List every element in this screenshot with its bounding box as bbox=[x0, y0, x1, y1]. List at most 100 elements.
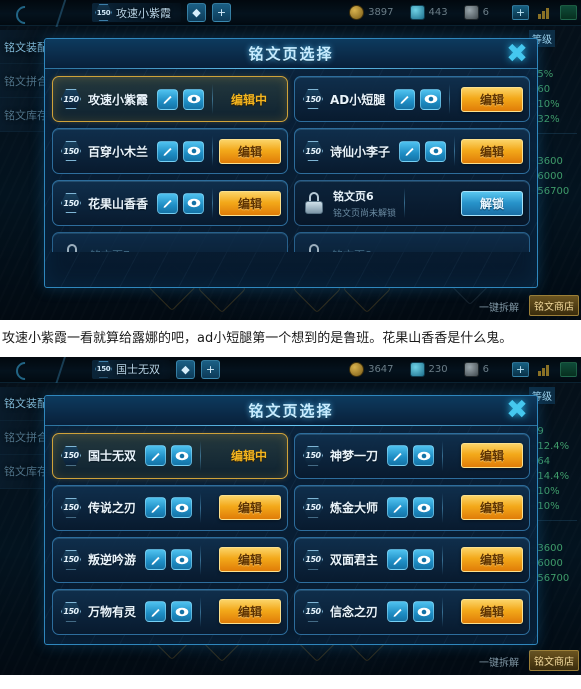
signal-bars-icon bbox=[536, 5, 553, 20]
sidebar-item-label: 铭文拼合 bbox=[4, 74, 48, 88]
card-divider bbox=[449, 84, 451, 114]
eye-icon[interactable] bbox=[425, 140, 447, 162]
rune-page-card[interactable]: 150 国士无双 编辑中 bbox=[52, 432, 288, 479]
pencil-icon[interactable] bbox=[157, 88, 179, 110]
card-action: 解锁 bbox=[461, 190, 523, 216]
card-divider bbox=[200, 440, 202, 471]
rune-page-card[interactable]: 150 AD小短腿 编辑 bbox=[294, 76, 530, 122]
back-arrow-icon[interactable] bbox=[6, 358, 52, 380]
rune-page-card[interactable]: 150 万物有灵 编辑 bbox=[52, 588, 288, 635]
edit-button[interactable]: 编辑 bbox=[219, 190, 281, 216]
edit-button[interactable]: 编辑 bbox=[461, 599, 523, 624]
pencil-icon[interactable] bbox=[387, 549, 409, 570]
pencil-icon[interactable] bbox=[145, 445, 167, 466]
pencil-icon[interactable] bbox=[157, 192, 179, 214]
dialog-header: 铭文页选择 ✖ bbox=[45, 39, 537, 69]
edit-button[interactable]: 编辑 bbox=[461, 547, 523, 572]
rune-page-card[interactable]: 150 诗仙小李子 编辑 bbox=[294, 128, 530, 174]
rune-page-card[interactable]: 铭文页8 bbox=[294, 232, 530, 252]
eye-icon[interactable] bbox=[183, 88, 205, 110]
add-icon[interactable]: + bbox=[512, 361, 529, 377]
sidebar-item-label: 铭文库存 bbox=[4, 465, 48, 478]
rune-page-card[interactable]: 150 炼金大师 编辑 bbox=[294, 484, 530, 531]
card-action: 编辑中 bbox=[217, 91, 281, 108]
rune-page-card[interactable]: 150 传说之刃 编辑 bbox=[52, 484, 288, 531]
level-badge: 150 bbox=[303, 549, 323, 570]
pencil-icon[interactable] bbox=[399, 140, 421, 162]
signal-bars-icon bbox=[536, 362, 553, 377]
card-divider bbox=[212, 84, 214, 114]
rune-shop-button[interactable]: 铭文商店 bbox=[529, 649, 579, 671]
rune-page-card-locked[interactable]: 铭文页6 铭文页尚未解锁 解锁 bbox=[294, 180, 530, 226]
eye-icon[interactable] bbox=[183, 192, 205, 214]
eye-icon[interactable] bbox=[171, 497, 193, 518]
pencil-icon[interactable] bbox=[387, 497, 409, 518]
edit-button[interactable]: 编辑 bbox=[219, 599, 281, 624]
dismantle-all-button[interactable]: 一键拆解 bbox=[475, 652, 523, 671]
level-badge: 150 bbox=[95, 4, 112, 21]
player-plate[interactable]: 150 攻速小紫霞 bbox=[92, 3, 181, 22]
edit-button[interactable]: 编辑 bbox=[219, 495, 281, 520]
gem-icon[interactable]: ◆ bbox=[187, 3, 206, 22]
pencil-icon[interactable] bbox=[145, 601, 167, 622]
rune-page-name: 炼金大师 bbox=[330, 501, 379, 515]
locked-page-subtitle: 铭文页尚未解锁 bbox=[333, 208, 397, 219]
edit-button[interactable]: 编辑 bbox=[461, 495, 523, 520]
add-icon[interactable]: + bbox=[512, 5, 529, 20]
rune-page-card[interactable]: 150 神梦一刀 编辑 bbox=[294, 432, 530, 479]
rune-page-card[interactable]: 150 叛逆吟游 编辑 bbox=[52, 536, 288, 583]
edit-button[interactable]: 编辑 bbox=[461, 86, 523, 112]
pencil-icon[interactable] bbox=[387, 601, 409, 622]
edit-button[interactable]: 编辑 bbox=[219, 138, 281, 164]
player-plate[interactable]: 150 国士无双 bbox=[92, 359, 170, 379]
eye-icon[interactable] bbox=[171, 601, 193, 622]
edit-button[interactable]: 编辑 bbox=[461, 138, 523, 164]
pencil-icon[interactable] bbox=[387, 445, 409, 466]
card-icons bbox=[157, 140, 205, 162]
unlock-button[interactable]: 解锁 bbox=[461, 190, 523, 216]
plus-icon[interactable]: + bbox=[212, 3, 231, 22]
card-action: 编辑 bbox=[219, 599, 281, 624]
pencil-icon[interactable] bbox=[145, 497, 167, 518]
eye-icon[interactable] bbox=[413, 445, 435, 466]
rune-page-name: 神梦一刀 bbox=[330, 449, 379, 463]
back-arrow-icon[interactable] bbox=[6, 2, 52, 24]
level-badge: 150 bbox=[303, 497, 323, 518]
diamond-value: 443 bbox=[428, 7, 448, 18]
eye-icon[interactable] bbox=[183, 140, 205, 162]
edit-button[interactable]: 编辑 bbox=[461, 443, 523, 468]
gem-icon[interactable]: ◆ bbox=[176, 359, 195, 379]
rune-page-card[interactable]: 150 花果山香香 编辑 bbox=[52, 180, 288, 226]
ticket-value: 6 bbox=[482, 363, 489, 375]
top-bar: 150 攻速小紫霞 ◆ + 3897 443 6 + bbox=[0, 0, 581, 26]
card-action: 编辑 bbox=[219, 138, 281, 164]
dismantle-all-button[interactable]: 一键拆解 bbox=[475, 297, 523, 316]
eye-icon[interactable] bbox=[413, 601, 435, 622]
card-divider bbox=[200, 492, 202, 523]
rune-page-card[interactable]: 150 百穿小木兰 编辑 bbox=[52, 128, 288, 174]
rune-page-card[interactable]: 150 攻速小紫霞 编辑中 bbox=[52, 76, 288, 122]
rune-shop-button[interactable]: 铭文商店 bbox=[529, 295, 579, 316]
eye-icon[interactable] bbox=[413, 497, 435, 518]
edit-button[interactable]: 编辑 bbox=[219, 547, 281, 572]
close-icon[interactable]: ✖ bbox=[503, 397, 531, 423]
gold-coin-icon bbox=[349, 361, 365, 377]
eye-icon[interactable] bbox=[413, 549, 435, 570]
pencil-icon[interactable] bbox=[145, 549, 167, 570]
rune-page-card[interactable]: 铭文页7 bbox=[52, 232, 288, 252]
eye-icon[interactable] bbox=[420, 88, 442, 110]
editing-state-label: 编辑中 bbox=[230, 92, 267, 107]
editing-state-label: 编辑中 bbox=[230, 449, 267, 463]
close-icon[interactable]: ✖ bbox=[503, 41, 531, 67]
eye-icon[interactable] bbox=[171, 549, 193, 570]
rune-page-card[interactable]: 150 双面君主 编辑 bbox=[294, 536, 530, 583]
level-badge: 150 bbox=[61, 549, 81, 570]
card-action: 编辑 bbox=[461, 495, 523, 520]
rune-page-card[interactable]: 150 信念之刃 编辑 bbox=[294, 588, 530, 635]
rune-page-name: 诗仙小李子 bbox=[330, 144, 391, 159]
pencil-icon[interactable] bbox=[157, 140, 179, 162]
pencil-icon[interactable] bbox=[394, 88, 416, 110]
plus-icon[interactable]: + bbox=[201, 359, 220, 379]
eye-icon[interactable] bbox=[171, 445, 193, 466]
rune-page-name: 攻速小紫霞 bbox=[88, 92, 149, 107]
